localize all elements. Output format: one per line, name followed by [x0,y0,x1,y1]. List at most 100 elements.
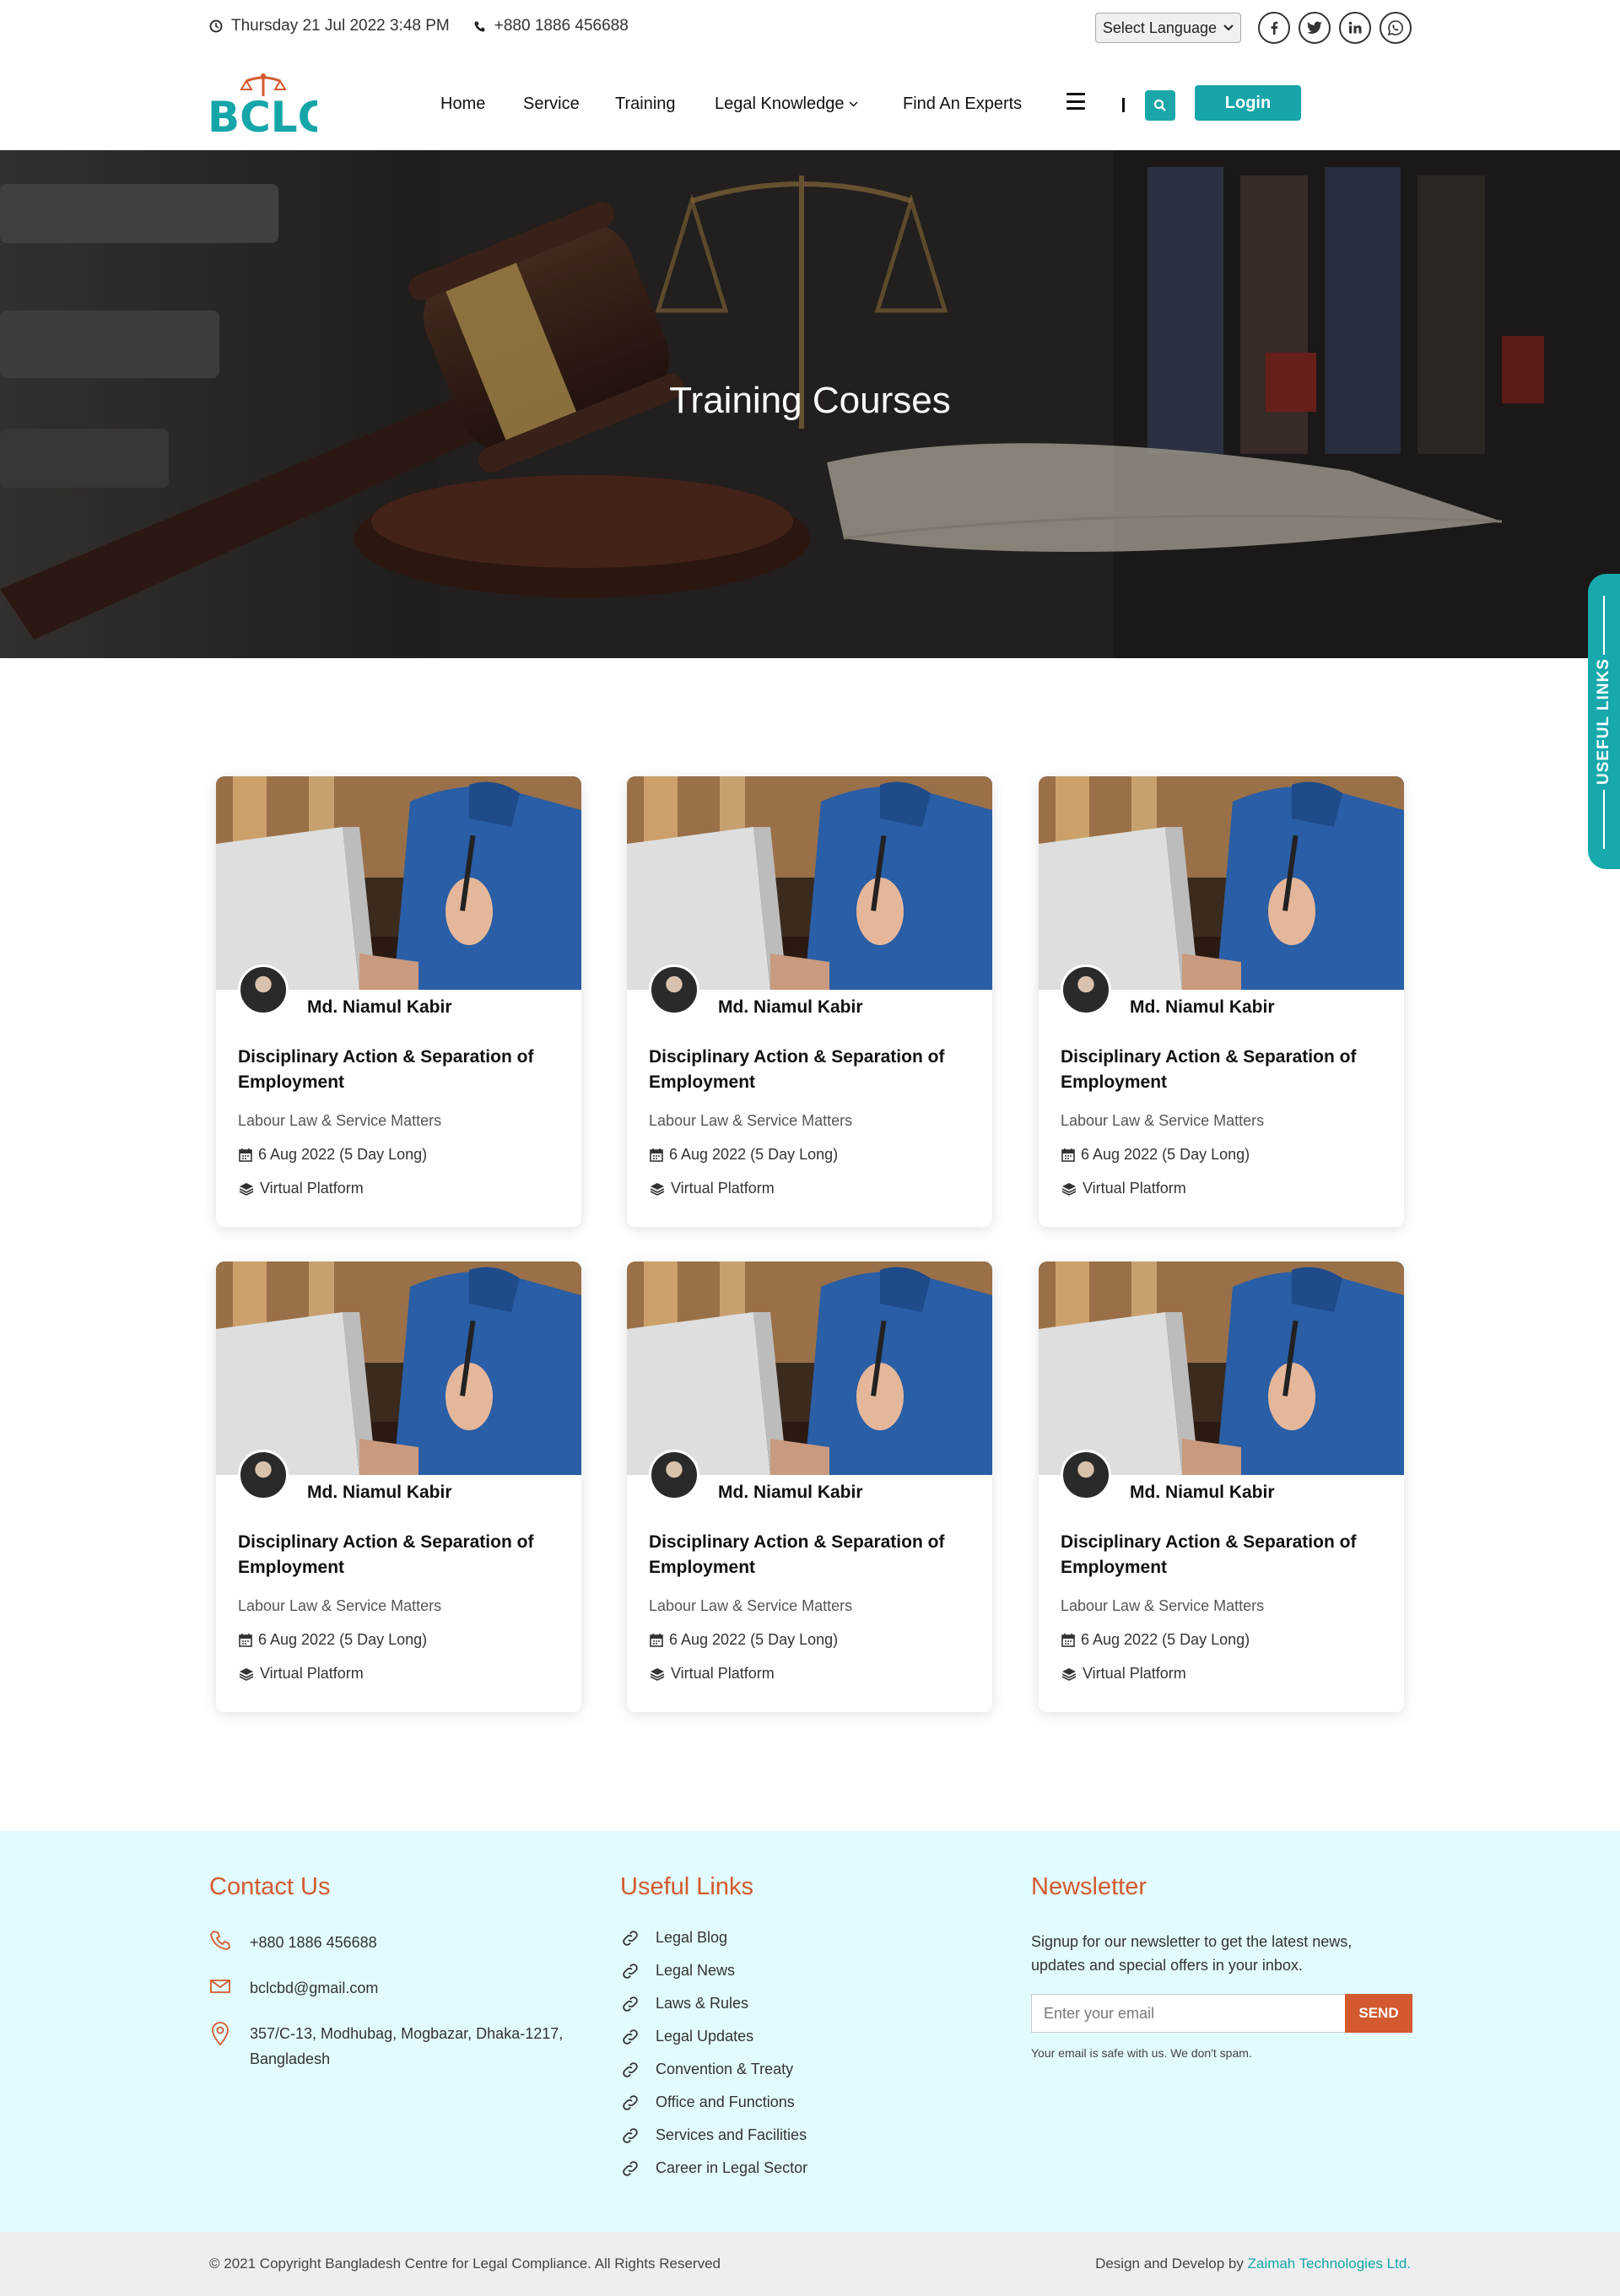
instructor-avatar[interactable] [649,1450,699,1500]
course-platform-text: Virtual Platform [1083,1665,1186,1682]
nav-home[interactable]: Home [440,89,523,118]
language-select[interactable]: Select Language [1094,13,1241,43]
course-platform-text: Virtual Platform [260,1180,364,1197]
calendar-icon [239,1148,252,1162]
instructor-avatar[interactable] [238,964,289,1015]
nav-menu: Home Service Training Legal Knowledge Fi… [440,89,1022,118]
contact-email[interactable]: bclcbd@gmail.com [209,1975,563,2001]
link-icon [623,2029,638,2045]
course-title[interactable]: Disciplinary Action & Separation of Empl… [649,1530,978,1580]
instructor-avatar[interactable] [1061,964,1111,1015]
whatsapp-icon[interactable] [1380,12,1412,44]
course-image[interactable] [1039,776,1404,990]
useful-links-side-tab[interactable]: USEFUL LINKS [1588,574,1620,869]
search-button[interactable] [1145,90,1175,121]
course-image[interactable] [627,1261,992,1475]
footer-link[interactable]: Services and Facilities [620,2119,807,2152]
nav-training[interactable]: Training [615,89,715,118]
facebook-icon[interactable] [1258,12,1290,44]
instructor-name[interactable]: Md. Niamul Kabir [1130,1483,1275,1503]
nav-legal-knowledge[interactable]: Legal Knowledge [715,89,903,118]
chevron-down-icon [1223,24,1234,31]
login-button[interactable]: Login [1195,85,1301,121]
course-category: Labour Law & Service Matters [649,1112,853,1129]
course-image[interactable] [216,1261,581,1475]
hamburger-menu-icon[interactable] [1066,93,1085,110]
layers-icon [1061,1182,1077,1196]
location-pin-icon [212,2022,229,2046]
course-card[interactable]: Md. Niamul Kabir Disciplinary Action & S… [216,776,581,1227]
nav-legal-knowledge-label: Legal Knowledge [715,94,845,113]
developer-link[interactable]: Zaimah Technologies Ltd. [1248,2255,1411,2272]
copyright-bar: © 2021 Copyright Bangladesh Centre for L… [0,2232,1620,2296]
footer-link[interactable]: Legal News [620,1954,807,1987]
course-date-text: 6 Aug 2022 (5 Day Long) [669,1146,839,1163]
useful-links-tab-label: USEFUL LINKS [1595,658,1612,785]
footer-link[interactable]: Legal Updates [620,2020,807,2053]
instructor-name[interactable]: Md. Niamul Kabir [307,997,452,1018]
main-navbar: BCLC Home Service Training Legal Knowled… [0,56,1620,150]
footer-link[interactable]: Legal Blog [620,1921,807,1954]
course-card[interactable]: Md. Niamul Kabir Disciplinary Action & S… [627,1261,992,1712]
layers-icon [239,1667,254,1681]
footer-link[interactable]: Convention & Treaty [620,2053,807,2086]
instructor-name[interactable]: Md. Niamul Kabir [307,1483,452,1503]
bclc-logo[interactable]: BCLC [208,71,328,142]
footer-link-label: Convention & Treaty [656,2061,794,2077]
course-category: Labour Law & Service Matters [649,1597,853,1614]
course-category: Labour Law & Service Matters [1061,1597,1265,1614]
course-title[interactable]: Disciplinary Action & Separation of Empl… [649,1045,978,1095]
address-line-2: Bangladesh [250,2050,331,2067]
course-date: 6 Aug 2022 (5 Day Long) [238,1631,427,1649]
instructor-avatar[interactable] [1061,1450,1111,1500]
course-card[interactable]: Md. Niamul Kabir Disciplinary Action & S… [1039,776,1404,1227]
instructor-avatar[interactable] [238,1450,289,1500]
nav-service[interactable]: Service [523,89,615,118]
svg-text:BCLC: BCLC [208,93,317,137]
instructor-avatar[interactable] [649,964,699,1015]
course-platform: Virtual Platform [649,1180,775,1197]
phone-icon [210,1931,231,1950]
topbar-phone-text: +880 1886 456688 [494,17,629,35]
twitter-icon[interactable] [1299,12,1331,44]
instructor-name[interactable]: Md. Niamul Kabir [718,1483,863,1503]
course-title[interactable]: Disciplinary Action & Separation of Empl… [1061,1530,1390,1580]
credit-prefix: Design and Develop by [1095,2255,1244,2272]
course-title[interactable]: Disciplinary Action & Separation of Empl… [238,1530,567,1580]
nav-training-label: Training [615,94,676,113]
footer-link[interactable]: Laws & Rules [620,1987,807,2020]
course-card[interactable]: Md. Niamul Kabir Disciplinary Action & S… [1039,1261,1404,1712]
phone-icon [474,20,485,32]
course-category: Labour Law & Service Matters [238,1597,442,1614]
calendar-icon [239,1633,252,1647]
instructor-name[interactable]: Md. Niamul Kabir [718,997,863,1018]
course-date-text: 6 Aug 2022 (5 Day Long) [1081,1146,1250,1163]
datetime-text: Thursday 21 Jul 2022 3:48 PM [231,17,450,35]
contact-phone[interactable]: +880 1886 456688 [209,1930,563,1955]
linkedin-icon[interactable] [1339,12,1371,44]
course-date-text: 6 Aug 2022 (5 Day Long) [1081,1631,1250,1648]
nav-find-experts[interactable]: Find An Experts [903,89,1022,118]
link-icon [623,2160,638,2176]
newsletter-email-input[interactable]: Enter your email [1031,1994,1345,2033]
newsletter-send-button[interactable]: SEND [1345,1994,1412,2033]
course-image[interactable] [627,776,992,990]
footer-link[interactable]: Career in Legal Sector [620,2152,807,2185]
course-card[interactable]: Md. Niamul Kabir Disciplinary Action & S… [627,776,992,1227]
course-card[interactable]: Md. Niamul Kabir Disciplinary Action & S… [216,1261,581,1712]
link-icon [623,1963,638,1979]
course-title[interactable]: Disciplinary Action & Separation of Empl… [238,1045,567,1095]
footer: Contact Us +880 1886 456688 bclcbd@gmail… [0,1831,1620,2232]
nav-service-label: Service [523,94,580,113]
footer-link[interactable]: Office and Functions [620,2086,807,2119]
useful-links-heading: Useful Links [620,1873,753,1900]
course-title[interactable]: Disciplinary Action & Separation of Empl… [1061,1045,1390,1095]
newsletter-heading: Newsletter [1031,1873,1147,1900]
topbar-phone[interactable]: +880 1886 456688 [473,17,629,35]
instructor-name[interactable]: Md. Niamul Kabir [1130,997,1275,1018]
course-image[interactable] [216,776,581,990]
nav-home-label: Home [440,94,486,113]
layers-icon [239,1182,254,1196]
course-image[interactable] [1039,1261,1404,1475]
link-icon [623,1930,638,1946]
